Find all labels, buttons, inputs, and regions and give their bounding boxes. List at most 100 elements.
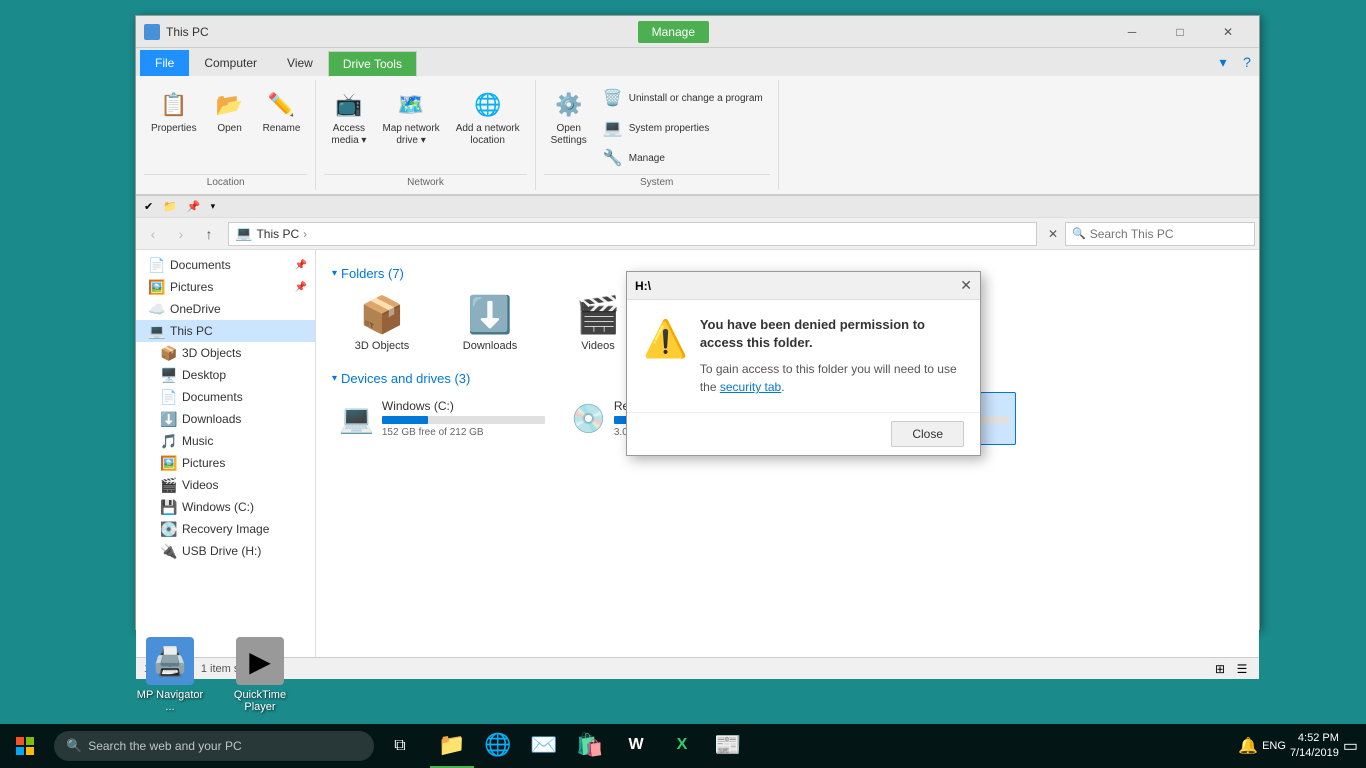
taskbar-social[interactable]: 📰: [706, 724, 750, 768]
sidebar-item-downloads[interactable]: ⬇️ Downloads: [136, 408, 315, 430]
drive-recovery-icon: 💿: [571, 402, 606, 435]
taskbar-file-explorer[interactable]: 📁: [430, 724, 474, 768]
taskbar-apps: 📁 🌐 ✉️ 🛍️ W X 📰: [430, 724, 1238, 768]
show-desktop-btn[interactable]: ▭: [1343, 736, 1358, 756]
quick-access-pin-btn[interactable]: 📌: [183, 198, 205, 215]
tab-file[interactable]: File: [140, 50, 189, 76]
sidebar-item-pictures2[interactable]: 🖼️ Pictures: [136, 452, 315, 474]
drive-windows-space: 152 GB free of 212 GB: [382, 427, 545, 438]
help-button[interactable]: ?: [1235, 48, 1259, 76]
taskbar-mail[interactable]: ✉️: [522, 724, 566, 768]
sidebar-item-videos[interactable]: 🎬 Videos: [136, 474, 315, 496]
ribbon-group-network: 📺 Accessmedia ▾ 🗺️ Map networkdrive ▾ 🌐 …: [324, 80, 535, 190]
search-icon: 🔍: [1072, 227, 1086, 240]
ribbon-access-media-btn[interactable]: 📺 Accessmedia ▾: [324, 84, 373, 152]
dialog-title-bar: H:\ ✕: [627, 272, 980, 300]
maximize-button[interactable]: □: [1157, 16, 1203, 48]
dialog-body: ⚠️ You have been denied permission to ac…: [627, 300, 980, 412]
taskbar-clock: 4:52 PM 7/14/2019: [1290, 731, 1339, 762]
sidebar-item-windows-c[interactable]: 💾 Windows (C:): [136, 496, 315, 518]
tab-drive-tools[interactable]: Drive Tools: [328, 51, 417, 77]
ribbon: File Computer View Drive Tools ▾ ? 📋 Pro…: [136, 48, 1259, 196]
sidebar-item-pictures[interactable]: 🖼️ Pictures 📌: [136, 276, 315, 298]
taskbar-lang[interactable]: ENG: [1262, 740, 1286, 752]
recovery-icon: 💽: [160, 521, 176, 537]
minimize-button[interactable]: ─: [1109, 16, 1155, 48]
folder-3d-objects[interactable]: 📦 3D Objects: [332, 287, 432, 359]
sidebar-item-this-pc[interactable]: 💻 This PC: [136, 320, 315, 342]
sidebar-item-music[interactable]: 🎵 Music: [136, 430, 315, 452]
back-button[interactable]: ‹: [140, 221, 166, 247]
dialog-footer: Close: [627, 412, 980, 455]
address-text: This PC: [256, 227, 299, 241]
close-button[interactable]: ✕: [1205, 16, 1251, 48]
ribbon-sys-properties-btn[interactable]: 💻 System properties: [596, 114, 770, 142]
desktop-icon-mp-navigator[interactable]: 🖨️ MP Navigator ...: [135, 637, 205, 713]
taskbar-excel[interactable]: X: [660, 724, 704, 768]
ribbon-properties-btn[interactable]: 📋 Properties: [144, 84, 204, 140]
ribbon-manage-btn[interactable]: 🔧 Manage: [596, 144, 770, 172]
taskbar-search[interactable]: 🔍 Search the web and your PC: [54, 731, 374, 761]
taskbar-store[interactable]: 🛍️: [568, 724, 612, 768]
up-button[interactable]: ↑: [196, 221, 222, 247]
sidebar-item-onedrive[interactable]: ☁️ OneDrive: [136, 298, 315, 320]
drive-windows-name: Windows (C:): [382, 399, 545, 413]
pictures-icon: 🖼️: [148, 279, 164, 295]
sidebar-item-usb-drive[interactable]: 🔌 USB Drive (H:): [136, 540, 315, 562]
clock-date: 7/14/2019: [1290, 746, 1339, 761]
sidebar-item-desktop[interactable]: 🖥️ Desktop: [136, 364, 315, 386]
dialog-x-button[interactable]: ✕: [960, 277, 972, 294]
quick-access-down-btn[interactable]: ▾: [207, 199, 220, 214]
properties-label: Properties: [151, 123, 197, 135]
tab-view[interactable]: View: [272, 50, 328, 76]
address-clear-button[interactable]: ✕: [1043, 227, 1063, 241]
ribbon-rename-btn[interactable]: ✏️ Rename: [256, 84, 308, 140]
sidebar-item-documents2[interactable]: 📄 Documents: [136, 386, 315, 408]
usb-drive-icon: 🔌: [160, 543, 176, 559]
large-icons-view-btn[interactable]: ⊞: [1211, 660, 1229, 678]
task-view-button[interactable]: ⧉: [378, 724, 422, 768]
folder-downloads[interactable]: ⬇️ Downloads: [440, 287, 540, 359]
manage-tab-button[interactable]: Manage: [638, 21, 709, 43]
windows-logo-icon: [15, 736, 35, 756]
sidebar-item-3d-objects[interactable]: 📦 3D Objects: [136, 342, 315, 364]
folder-3d-icon: 📦: [360, 294, 405, 336]
taskbar-word[interactable]: W: [614, 724, 658, 768]
folder-downloads-label: Downloads: [463, 340, 517, 352]
quick-access-btn[interactable]: ✔: [140, 198, 157, 215]
desktop-icons: 🖨️ MP Navigator ... ▶ QuickTime Player: [135, 637, 295, 713]
drive-windows-info: Windows (C:) 152 GB free of 212 GB: [382, 399, 545, 438]
windows-c-icon: 💾: [160, 499, 176, 515]
ribbon-open-settings-btn[interactable]: ⚙️ OpenSettings: [544, 84, 594, 152]
sidebar-item-documents[interactable]: 📄 Documents 📌: [136, 254, 315, 276]
taskbar-notification-icon[interactable]: 🔔: [1238, 736, 1258, 756]
ribbon-open-btn[interactable]: 📂 Open: [206, 84, 254, 140]
sidebar-music-label: Music: [182, 434, 213, 448]
sidebar-documents-label: Documents: [170, 258, 231, 272]
dialog-text-content: You have been denied permission to acces…: [700, 316, 964, 396]
search-bar[interactable]: 🔍: [1065, 222, 1255, 246]
edge-icon: 🌐: [484, 732, 511, 758]
desktop-icon-quicktime[interactable]: ▶ QuickTime Player: [225, 637, 295, 713]
ribbon-map-network-btn[interactable]: 🗺️ Map networkdrive ▾: [375, 84, 446, 152]
ribbon-expand-btn[interactable]: ▾: [1211, 48, 1235, 76]
details-view-btn[interactable]: ☰: [1233, 660, 1251, 678]
taskbar-edge[interactable]: 🌐: [476, 724, 520, 768]
status-right: ⊞ ☰: [1211, 660, 1251, 678]
drive-windows-c[interactable]: 💻 Windows (C:) 152 GB free of 212 GB: [332, 392, 552, 445]
address-bar[interactable]: 💻 This PC ›: [228, 222, 1037, 246]
search-input[interactable]: [1090, 227, 1248, 241]
sidebar-item-recovery[interactable]: 💽 Recovery Image: [136, 518, 315, 540]
documents-icon: 📄: [148, 257, 164, 273]
ribbon-add-network-btn[interactable]: 🌐 Add a networklocation: [449, 84, 527, 152]
dialog-close-button[interactable]: Close: [891, 421, 964, 447]
quick-access-new-folder-btn[interactable]: 📁: [159, 198, 181, 215]
forward-button[interactable]: ›: [168, 221, 194, 247]
tab-computer[interactable]: Computer: [189, 50, 272, 76]
documents2-icon: 📄: [160, 389, 176, 405]
sidebar-recovery-label: Recovery Image: [182, 522, 269, 536]
start-button[interactable]: [0, 724, 50, 768]
security-tab-link[interactable]: security tab: [720, 380, 781, 394]
mp-navigator-icon: 🖨️: [146, 637, 194, 685]
ribbon-uninstall-btn[interactable]: 🗑️ Uninstall or change a program: [596, 84, 770, 112]
